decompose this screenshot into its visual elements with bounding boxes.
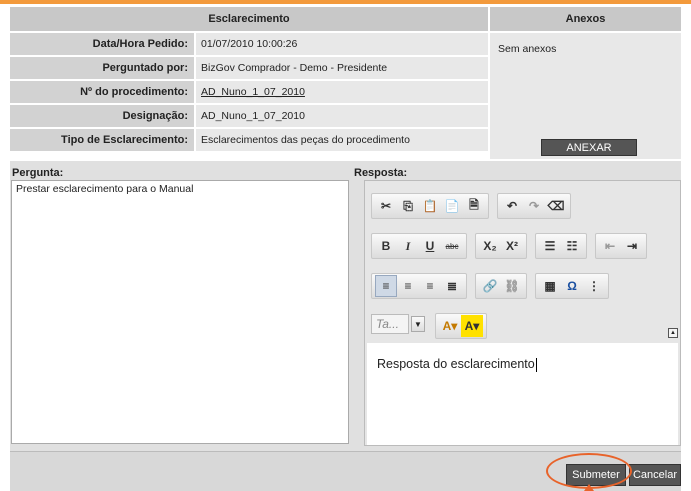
page-break-icon[interactable]: ⋮ [583, 275, 605, 297]
font-select-value: Ta... [371, 314, 409, 334]
chevron-down-icon[interactable]: ▼ [411, 316, 425, 332]
field-label: Perguntado por: [10, 57, 194, 79]
underline-icon[interactable]: U [419, 235, 441, 257]
field-label: Nº do procedimento: [10, 81, 194, 103]
field-label: Tipo de Esclarecimento: [10, 129, 194, 151]
esclarecimento-header: Esclarecimento [10, 7, 488, 31]
sem-anexos-text: Sem anexos [498, 43, 557, 55]
resposta-edit-area[interactable]: Resposta do esclarecimento [367, 343, 678, 445]
field-value: 01/07/2010 10:00:26 [196, 33, 488, 55]
copy-icon[interactable]: ⎘ [397, 195, 419, 217]
align-right-icon[interactable]: ≡ [419, 275, 441, 297]
procedimento-link[interactable]: AD_Nuno_1_07_2010 [196, 81, 488, 103]
bulleted-list-icon[interactable]: ☷ [561, 235, 583, 257]
align-left-icon[interactable]: ≡ [375, 275, 397, 297]
italic-icon[interactable]: I [397, 235, 419, 257]
table-icon[interactable]: ▦ [539, 275, 561, 297]
strikethrough-icon[interactable]: abc [441, 235, 463, 257]
anexar-button[interactable]: ANEXAR [541, 139, 637, 156]
eraser-icon[interactable]: ⌫ [545, 195, 567, 217]
field-row-tipo: Tipo de Esclarecimento: Esclarecimentos … [10, 129, 488, 151]
paste-text-icon[interactable]: 📄 [441, 195, 463, 217]
resposta-label: Resposta: [354, 167, 408, 179]
resposta-text: Resposta do esclarecimento [377, 357, 535, 371]
resposta-rich-editor[interactable]: ✂ ⎘ 📋 📄 🗎 ↶ ↷ ⌫ B I U abc X₂ X² ☰ ☷ ⇤ ⇥ … [364, 180, 681, 446]
outdent-icon[interactable]: ⇤ [599, 235, 621, 257]
cut-icon[interactable]: ✂ [375, 195, 397, 217]
field-value: BizGov Comprador - Demo - Presidente [196, 57, 488, 79]
anexos-header: Anexos [490, 7, 681, 31]
pergunta-textarea[interactable]: Prestar esclarecimento para o Manual [11, 180, 349, 444]
cancelar-button[interactable]: Cancelar [629, 464, 681, 486]
unlink-icon[interactable]: ⛓ [501, 275, 523, 297]
justify-icon[interactable]: ≣ [441, 275, 463, 297]
paste-word-icon[interactable]: 🗎 [463, 195, 485, 217]
special-char-icon[interactable]: Ω [561, 275, 583, 297]
numbered-list-icon[interactable]: ☰ [539, 235, 561, 257]
undo-icon[interactable]: ↶ [501, 195, 523, 217]
subscript-icon[interactable]: X₂ [479, 235, 501, 257]
indent-icon[interactable]: ⇥ [621, 235, 643, 257]
field-row-procedimento: Nº do procedimento: AD_Nuno_1_07_2010 [10, 81, 488, 103]
toolbar-collapse-icon[interactable]: ▲ [668, 328, 678, 338]
field-row-perguntado-por: Perguntado por: BizGov Comprador - Demo … [10, 57, 488, 79]
field-value: AD_Nuno_1_07_2010 [196, 105, 488, 127]
font-select[interactable]: Ta... ▼ [371, 313, 425, 335]
align-center-icon[interactable]: ≡ [397, 275, 419, 297]
field-label: Designação: [10, 105, 194, 127]
paste-icon[interactable]: 📋 [419, 195, 441, 217]
pergunta-text: Prestar esclarecimento para o Manual [16, 183, 194, 195]
field-value: Esclarecimentos das peças do procediment… [196, 129, 488, 151]
field-row-designacao: Designação: AD_Nuno_1_07_2010 [10, 105, 488, 127]
background-color-icon[interactable]: A▾ [461, 315, 483, 337]
field-label: Data/Hora Pedido: [10, 33, 194, 55]
redo-icon[interactable]: ↷ [523, 195, 545, 217]
field-row-data-hora: Data/Hora Pedido: 01/07/2010 10:00:26 [10, 33, 488, 55]
pergunta-label: Pergunta: [12, 167, 64, 179]
text-caret [535, 357, 537, 372]
text-color-icon[interactable]: A▾ [439, 315, 461, 337]
link-icon[interactable]: 🔗 [479, 275, 501, 297]
superscript-icon[interactable]: X² [501, 235, 523, 257]
bold-icon[interactable]: B [375, 235, 397, 257]
highlight-arrow-icon [584, 484, 594, 491]
